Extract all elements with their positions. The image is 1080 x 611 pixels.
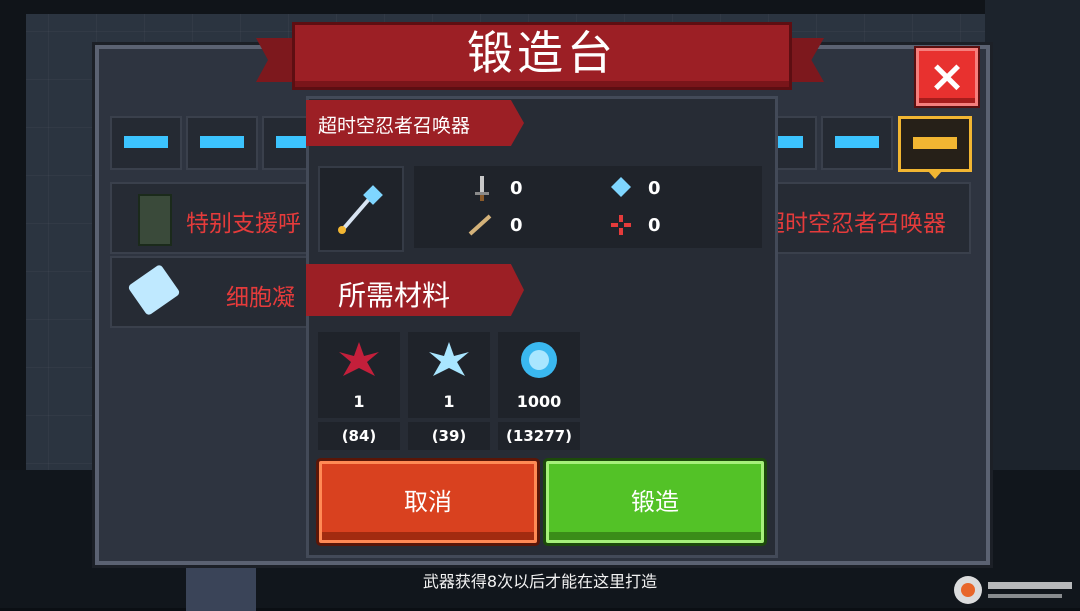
syringe-icon [127, 263, 181, 317]
radio-device-icon [138, 194, 172, 246]
crosshair-icon [611, 215, 631, 235]
weapon-preview [318, 166, 404, 252]
pistol-icon [124, 136, 168, 148]
sword-damage-icon [475, 176, 489, 201]
list-item-label: 超时空忍者召唤器 [762, 211, 946, 237]
forge-hint: 武器获得8次以后才能在这里打造 [422, 572, 658, 591]
close-button[interactable]: × [916, 48, 978, 106]
material-required: 1 [353, 392, 365, 411]
list-item-label: 细胞凝 [226, 285, 295, 311]
material-owned: (39) [408, 422, 490, 450]
forge-button[interactable]: 锻造 [546, 461, 764, 543]
crown-icon [913, 137, 957, 149]
energy-crystal-icon [611, 177, 631, 197]
weapon-stats: 0 0 0 0 [414, 166, 762, 248]
close-icon: × [928, 51, 966, 102]
needle-icon [468, 214, 492, 236]
tab-weapon-rifle[interactable] [186, 116, 258, 170]
cancel-button[interactable]: 取消 [319, 461, 537, 543]
tab-weapon-pistol[interactable] [110, 116, 182, 170]
page-title: 锻造台 [467, 26, 617, 80]
materials-header: 所需材料 [338, 279, 451, 312]
list-item-label: 特别支援呼 [186, 211, 301, 237]
material-required: 1 [443, 392, 455, 411]
dungeon-wall-top [0, 0, 1080, 14]
scepter-icon [338, 185, 383, 234]
weapon-name: 超时空忍者召唤器 [318, 115, 471, 137]
energy-cost-value: 0 [648, 178, 661, 199]
red-crystal-icon [339, 342, 379, 376]
critical-value: 0 [510, 215, 523, 236]
list-item[interactable]: 细胞凝 [110, 256, 314, 328]
weapon-name-ribbon: 超时空忍者召唤器 [306, 100, 524, 146]
tab-weapon-fish[interactable] [821, 116, 893, 170]
rifle-icon [200, 136, 244, 148]
materials-ribbon: 所需材料 [306, 264, 524, 316]
blue-crystal-icon [429, 342, 469, 376]
tab-weapon-special[interactable] [898, 116, 972, 179]
material-owned: (84) [318, 422, 400, 450]
gem-coin-icon [521, 342, 557, 378]
fish-weapon-icon [835, 136, 879, 148]
damage-value: 0 [510, 178, 523, 199]
accuracy-value: 0 [648, 215, 661, 236]
material-owned: (13277) [498, 422, 580, 450]
watermark-logo [954, 576, 1072, 604]
material-required: 1000 [516, 392, 562, 411]
